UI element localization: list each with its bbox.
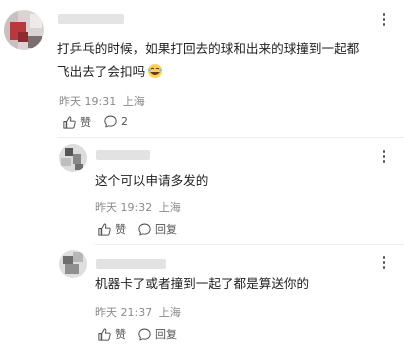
reply-reply-button[interactable]: 回复: [137, 221, 177, 237]
comment-time: 昨天 19:31: [59, 95, 117, 108]
comment-text-line2-content: 飞出去了会扣吗: [57, 64, 146, 79]
reply-reply-button[interactable]: 回复: [137, 326, 177, 342]
like-button[interactable]: 赞: [62, 114, 91, 130]
comment-bubble-icon: [138, 328, 151, 340]
reply-like-button[interactable]: 赞: [97, 326, 126, 342]
reply-text: 这个可以申请多发的: [95, 173, 209, 188]
comment-location: 上海: [122, 95, 145, 108]
reply-time: 昨天 19:32: [95, 201, 153, 214]
reply-count-button[interactable]: 2: [103, 114, 128, 129]
reply-time: 昨天 21:37: [95, 306, 153, 319]
reply-username-blurred[interactable]: [96, 259, 166, 269]
comment-text-line1: 打乒乓的时候，如果打回去的球和出来的球撞到一起都: [57, 41, 360, 56]
username-blurred[interactable]: [58, 14, 124, 24]
reply-username-blurred[interactable]: [96, 150, 150, 160]
reply-text: 机器卡了或者撞到一起了都是算送你的: [95, 276, 310, 291]
reply-reply-label: 回复: [155, 328, 177, 341]
avatar[interactable]: [4, 10, 44, 50]
reply-count: 2: [121, 115, 128, 128]
reply-like-label: 赞: [115, 223, 126, 236]
reply-more-options-icon[interactable]: [382, 256, 386, 270]
reply-location: 上海: [158, 306, 181, 319]
reply-location: 上海: [158, 201, 181, 214]
comment-bubble-icon: [138, 223, 151, 235]
reply-meta: 昨天 19:32 上海: [95, 199, 181, 215]
comment-text-line2: 飞出去了会扣吗: [57, 61, 163, 86]
thumbs-up-icon: [98, 328, 111, 341]
more-options-icon[interactable]: [382, 13, 386, 27]
reply-meta: 昨天 21:37 上海: [95, 304, 181, 320]
reply-reply-label: 回复: [155, 223, 177, 236]
reply-avatar[interactable]: [59, 144, 87, 172]
divider: [95, 244, 404, 245]
thumbs-up-icon: [98, 223, 111, 236]
like-label: 赞: [80, 116, 91, 129]
reply-like-button[interactable]: 赞: [97, 221, 126, 237]
thumbs-up-icon: [63, 116, 76, 129]
reply-more-options-icon[interactable]: [382, 150, 386, 164]
reply-like-label: 赞: [115, 328, 126, 341]
comment-bubble-icon: [104, 115, 117, 128]
laughing-face-icon: [147, 63, 163, 86]
divider: [57, 137, 404, 138]
reply-avatar[interactable]: [59, 250, 87, 278]
comment-meta: 昨天 19:31 上海: [59, 93, 145, 109]
